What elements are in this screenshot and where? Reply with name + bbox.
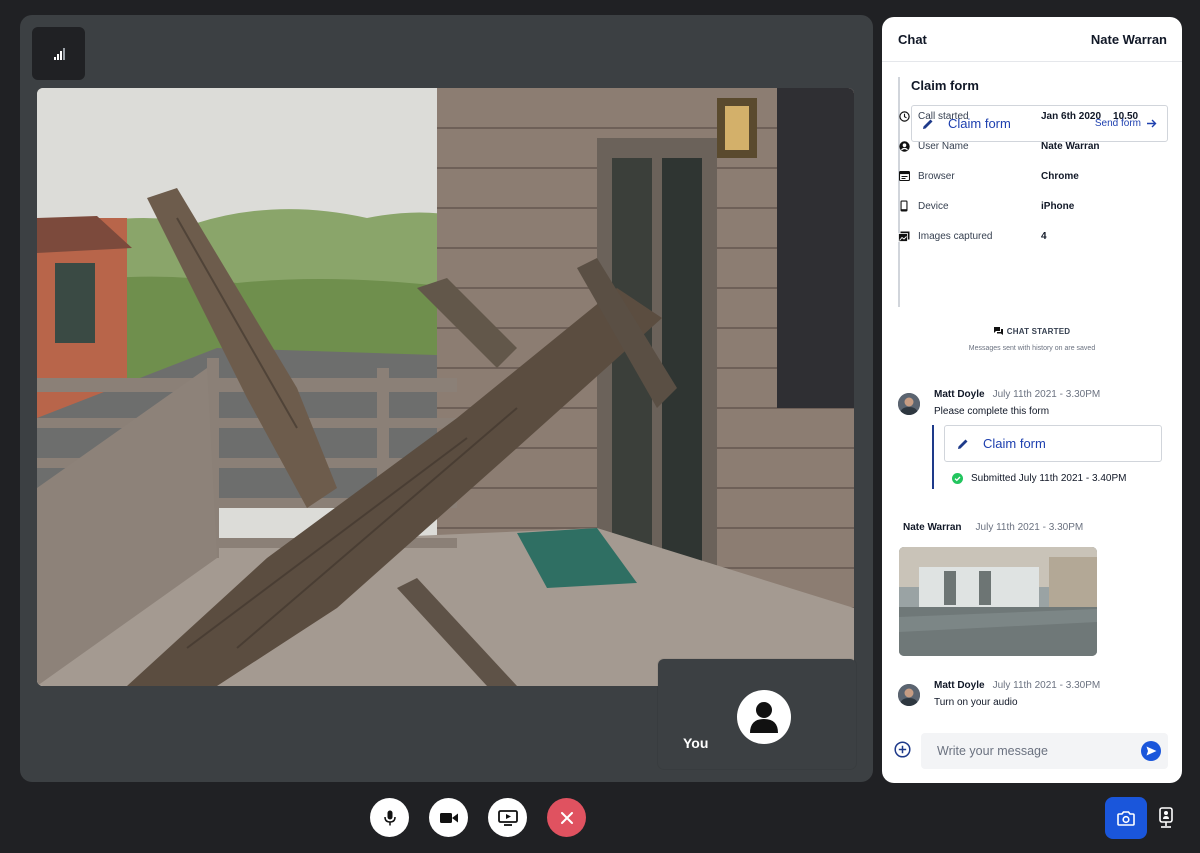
info-value: 4: [1041, 230, 1047, 242]
info-label: User Name: [918, 140, 969, 152]
microphone-button[interactable]: [370, 798, 409, 837]
message-text: Please complete this form: [934, 406, 1050, 417]
close-icon: [560, 811, 573, 824]
chat-title: Chat: [898, 31, 927, 47]
avatar: [737, 690, 791, 744]
signal-bars-icon: [53, 47, 65, 60]
send-message-button[interactable]: [1141, 741, 1161, 761]
clock-icon: [898, 110, 910, 122]
user-circle-icon: [898, 140, 910, 152]
info-value: Jan 6th 2020: [1041, 110, 1102, 122]
info-value: Chrome: [1041, 170, 1079, 182]
message-author: Matt Doyle: [934, 389, 985, 400]
end-call-button[interactable]: [547, 798, 586, 837]
info-label: Device: [918, 200, 949, 212]
message-text: Turn on your audio: [934, 697, 1018, 708]
message-time: July 11th 2021 - 3.30PM: [992, 680, 1101, 691]
add-attachment-button[interactable]: [894, 741, 911, 763]
message-input[interactable]: [937, 733, 1127, 769]
message-composer: [882, 733, 1182, 769]
phone-icon: [900, 200, 908, 212]
message-author: Matt Doyle: [934, 680, 985, 691]
info-value-time: 10.50: [1113, 110, 1139, 122]
submitted-text: Submitted July 11th 2021 - 3.40PM: [971, 473, 1127, 484]
info-label: Browser: [918, 170, 955, 182]
avatar: [898, 684, 920, 706]
message-author: Nate Warran: [903, 522, 962, 533]
chat-started-label: CHAT STARTED: [1006, 327, 1071, 336]
chat-user-name: Nate Warran: [1090, 31, 1167, 47]
signal-strength-button[interactable]: [32, 27, 85, 80]
microphone-icon: [383, 810, 396, 825]
send-icon: [1146, 746, 1156, 756]
claim-form-card[interactable]: Claim form: [944, 425, 1162, 462]
info-value: Nate Warran: [1041, 140, 1100, 152]
browser-icon: [898, 171, 910, 181]
check-circle-icon: [952, 473, 963, 484]
self-view-label: You: [683, 735, 709, 751]
message-meta: Matt Doyle July 11th 2021 - 3.30PM: [934, 389, 1100, 400]
info-label: Call started: [918, 110, 969, 122]
submitted-status: Submitted July 11th 2021 - 3.40PM: [952, 473, 1126, 484]
screen-share-button[interactable]: [488, 798, 527, 837]
capture-image-button[interactable]: [1105, 797, 1147, 839]
self-view-tile: You: [658, 659, 856, 769]
claim-form-name: Claim form: [983, 436, 1046, 451]
avatar: [898, 393, 920, 415]
pencil-icon: [958, 439, 968, 449]
chat-header: Chat Nate Warran: [882, 17, 1182, 62]
message-time: July 11th 2021 - 3.30PM: [975, 522, 1084, 533]
info-row-call-started: Call started Jan 6th 2020 10.50: [897, 101, 1147, 131]
info-row-images: Images captured 4: [897, 221, 1147, 251]
chat-bubbles-icon: [993, 327, 1003, 335]
video-camera-icon: [439, 812, 458, 823]
claim-heading: Claim form: [911, 78, 979, 93]
call-controls: [370, 798, 586, 837]
captured-image-thumbnail[interactable]: [899, 547, 1097, 656]
message-meta: Matt Doyle July 11th 2021 - 3.30PM: [934, 680, 1100, 691]
device-button[interactable]: [1154, 805, 1178, 831]
info-row-device: Device iPhone: [897, 191, 1147, 221]
images-icon: [898, 231, 910, 242]
video-button[interactable]: [429, 798, 468, 837]
remote-video-feed: [37, 88, 854, 686]
chat-panel: Chat Nate Warran Claim form Claim form S…: [882, 17, 1182, 783]
message-meta: Nate Warran July 11th 2021 - 3.30PM: [903, 522, 1083, 533]
chat-started-marker: CHAT STARTED: [882, 327, 1182, 336]
arrow-right-icon: [1147, 119, 1157, 128]
info-row-user-name: User Name Nate Warran: [897, 131, 1147, 161]
info-label: Images captured: [918, 230, 993, 242]
form-reply-block: Claim form Submitted July 11th 2021 - 3.…: [932, 425, 1164, 489]
call-info-list: Call started Jan 6th 2020 10.50 User Nam…: [897, 101, 1147, 251]
message-input-wrapper: [921, 733, 1168, 769]
user-silhouette-icon: [750, 702, 778, 733]
video-stage: You: [20, 15, 873, 782]
message-time: July 11th 2021 - 3.30PM: [992, 389, 1101, 400]
camera-icon: [1117, 810, 1135, 826]
device-icon: [1159, 807, 1173, 828]
chat-started-note: Messages sent with history on are saved: [968, 345, 1096, 352]
plus-circle-icon: [894, 741, 911, 758]
info-row-browser: Browser Chrome: [897, 161, 1147, 191]
info-value: iPhone: [1041, 200, 1075, 212]
screen-share-icon: [497, 809, 518, 826]
